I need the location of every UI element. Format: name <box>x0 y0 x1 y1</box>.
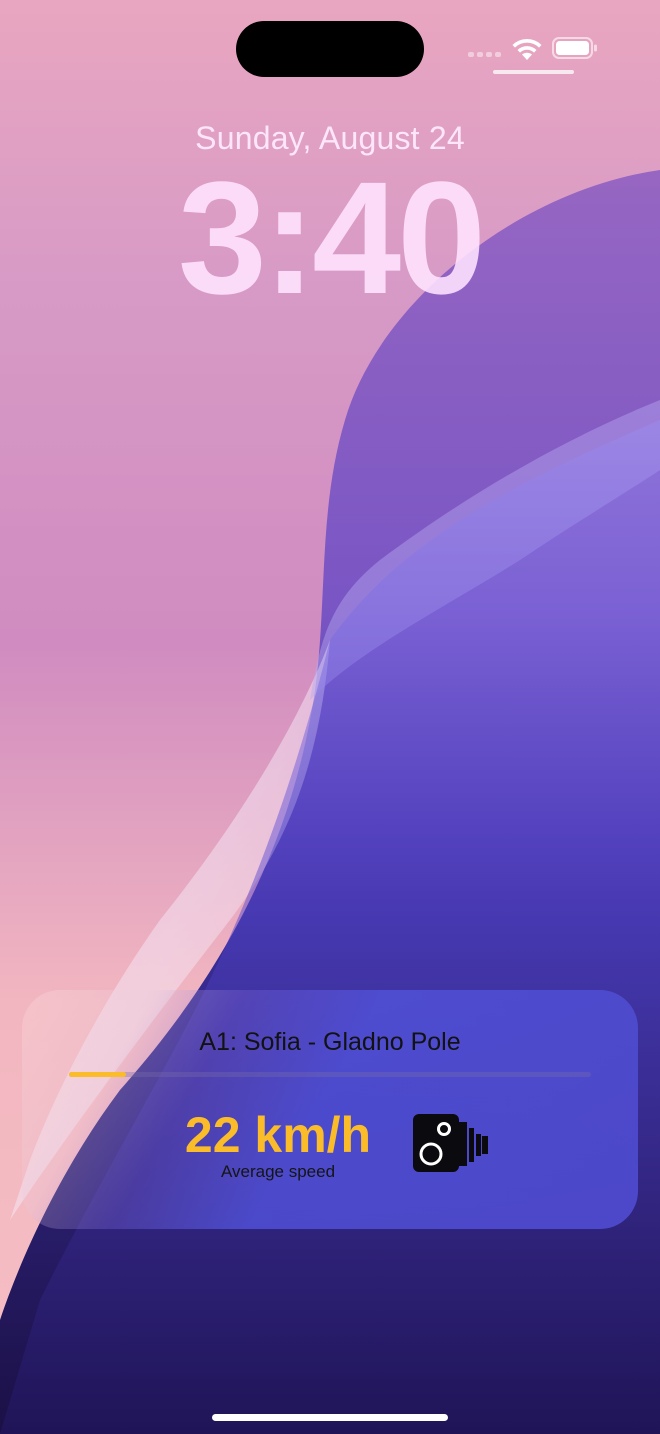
battery-icon <box>552 37 597 59</box>
average-speed-label: Average speed <box>220 1162 336 1181</box>
speed-camera-icon <box>413 1114 488 1172</box>
status-indicator-bar <box>493 70 574 74</box>
home-indicator[interactable] <box>212 1414 448 1421</box>
route-progress-bar <box>69 1072 591 1077</box>
average-speed-value: 22 km/h <box>184 1107 372 1163</box>
wifi-icon <box>512 38 542 60</box>
live-activity-widget[interactable]: A1: Sofia - Gladno Pole 22 km/h Average … <box>22 990 638 1229</box>
cellular-signal-icon <box>468 52 501 57</box>
route-progress-fill <box>69 1072 127 1077</box>
lock-screen-time: 3:40 <box>177 148 486 327</box>
route-title: A1: Sofia - Gladno Pole <box>199 1028 461 1056</box>
lock-screen: Sunday, August 24 3:40 A1: Sofia - Gladn… <box>0 0 660 1434</box>
dynamic-island <box>236 21 424 77</box>
